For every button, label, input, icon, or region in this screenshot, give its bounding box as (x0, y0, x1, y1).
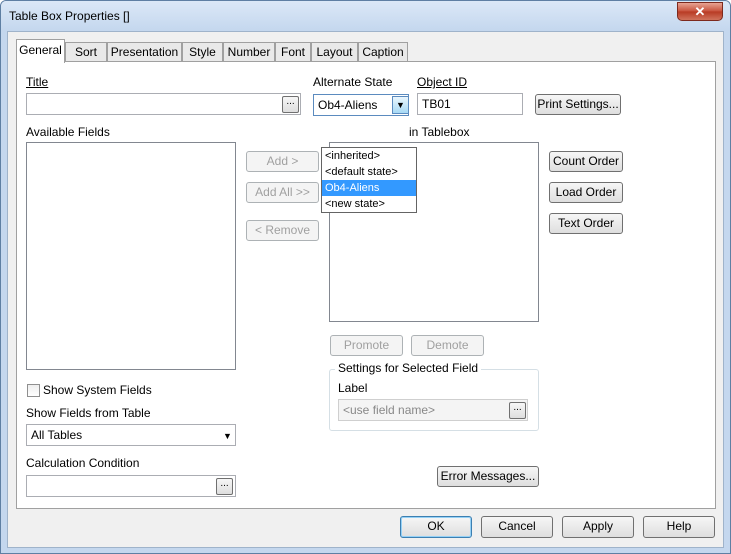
close-icon: ✕ (694, 4, 706, 19)
tab-caption[interactable]: Caption (358, 42, 408, 62)
fields-in-tablebox-label: in Tablebox (409, 125, 470, 139)
alternate-state-label: Alternate State (313, 75, 393, 89)
chevron-down-icon[interactable]: ▼ (392, 96, 409, 114)
tab-presentation[interactable]: Presentation (107, 42, 182, 62)
show-fields-from-table-label: Show Fields from Table (26, 406, 151, 420)
help-button[interactable]: Help (643, 516, 715, 538)
object-id-label: Object ID (417, 75, 468, 89)
demote-button[interactable]: Demote (411, 335, 484, 356)
tab-layout[interactable]: Layout (311, 42, 358, 62)
dialog-window: Table Box Properties [] ✕ General Sort P… (0, 0, 731, 554)
ellipsis-icon: ... (220, 478, 229, 489)
label-label: Label (338, 381, 368, 395)
tab-general[interactable]: General (16, 39, 65, 63)
ok-button[interactable]: OK (400, 516, 472, 538)
dialog-client: General Sort Presentation Style Number F… (7, 31, 724, 548)
dropdown-option-inherited[interactable]: <inherited> (322, 148, 416, 164)
title-input[interactable] (26, 93, 301, 115)
show-system-fields-checkbox[interactable] (27, 384, 40, 397)
add-all-button[interactable]: Add All >> (246, 182, 319, 203)
ellipsis-icon: ... (286, 96, 295, 107)
tab-label: Layout (316, 45, 353, 59)
show-fields-from-table-select[interactable]: All Tables (26, 424, 236, 446)
tab-label: Number (227, 45, 271, 59)
text-order-button[interactable]: Text Order (549, 213, 623, 234)
add-button[interactable]: Add > (246, 151, 319, 172)
object-id-input[interactable]: TB01 (417, 93, 523, 115)
dropdown-option-default-state[interactable]: <default state> (322, 164, 416, 180)
object-id-value: TB01 (422, 97, 451, 111)
window-title: Table Box Properties [] (9, 9, 130, 23)
close-button[interactable]: ✕ (677, 2, 723, 21)
title-bar[interactable]: Table Box Properties [] ✕ (1, 1, 730, 31)
tab-label: Style (189, 45, 216, 59)
calculation-condition-label: Calculation Condition (26, 456, 140, 470)
dropdown-option-ob4-aliens[interactable]: Ob4-Aliens (322, 180, 416, 196)
tab-label: General (19, 43, 62, 57)
tab-sort[interactable]: Sort (65, 42, 107, 62)
title-label: Title (26, 75, 49, 89)
promote-button[interactable]: Promote (330, 335, 403, 356)
settings-group-caption: Settings for Selected Field (335, 361, 482, 375)
label-ellipsis-button[interactable]: ... (509, 402, 526, 419)
general-panel: Title ... Alternate State Ob4-Aliens ▼ O… (16, 61, 716, 509)
error-messages-button[interactable]: Error Messages... (437, 466, 539, 487)
ellipsis-icon: ... (513, 402, 522, 413)
count-order-button[interactable]: Count Order (549, 151, 623, 172)
remove-button[interactable]: < Remove (246, 220, 319, 241)
apply-button[interactable]: Apply (562, 516, 634, 538)
calculation-condition-input[interactable] (26, 475, 236, 497)
show-system-fields-label: Show System Fields (43, 383, 152, 397)
dropdown-option-new-state[interactable]: <new state> (322, 196, 416, 212)
label-input[interactable]: <use field name> (338, 399, 528, 421)
tab-label: Caption (362, 45, 404, 59)
chevron-down-icon: ▼ (223, 431, 232, 441)
tab-number[interactable]: Number (223, 42, 275, 62)
tab-label: Presentation (110, 45, 179, 59)
tab-label: Sort (74, 45, 97, 59)
print-settings-button[interactable]: Print Settings... (535, 94, 621, 115)
cancel-button[interactable]: Cancel (481, 516, 553, 538)
calculation-condition-ellipsis-button[interactable]: ... (216, 478, 233, 495)
title-ellipsis-button[interactable]: ... (282, 96, 299, 113)
alternate-state-value: Ob4-Aliens (318, 98, 378, 112)
tab-label: Font (280, 45, 305, 59)
label-placeholder: <use field name> (343, 403, 436, 417)
tab-style[interactable]: Style (182, 42, 223, 62)
alternate-state-dropdown: <inherited> <default state> Ob4-Aliens <… (321, 147, 417, 213)
available-fields-label: Available Fields (26, 125, 110, 139)
load-order-button[interactable]: Load Order (549, 182, 623, 203)
tab-font[interactable]: Font (275, 42, 311, 62)
available-fields-list[interactable] (26, 142, 236, 370)
show-fields-from-table-value: All Tables (31, 428, 83, 442)
